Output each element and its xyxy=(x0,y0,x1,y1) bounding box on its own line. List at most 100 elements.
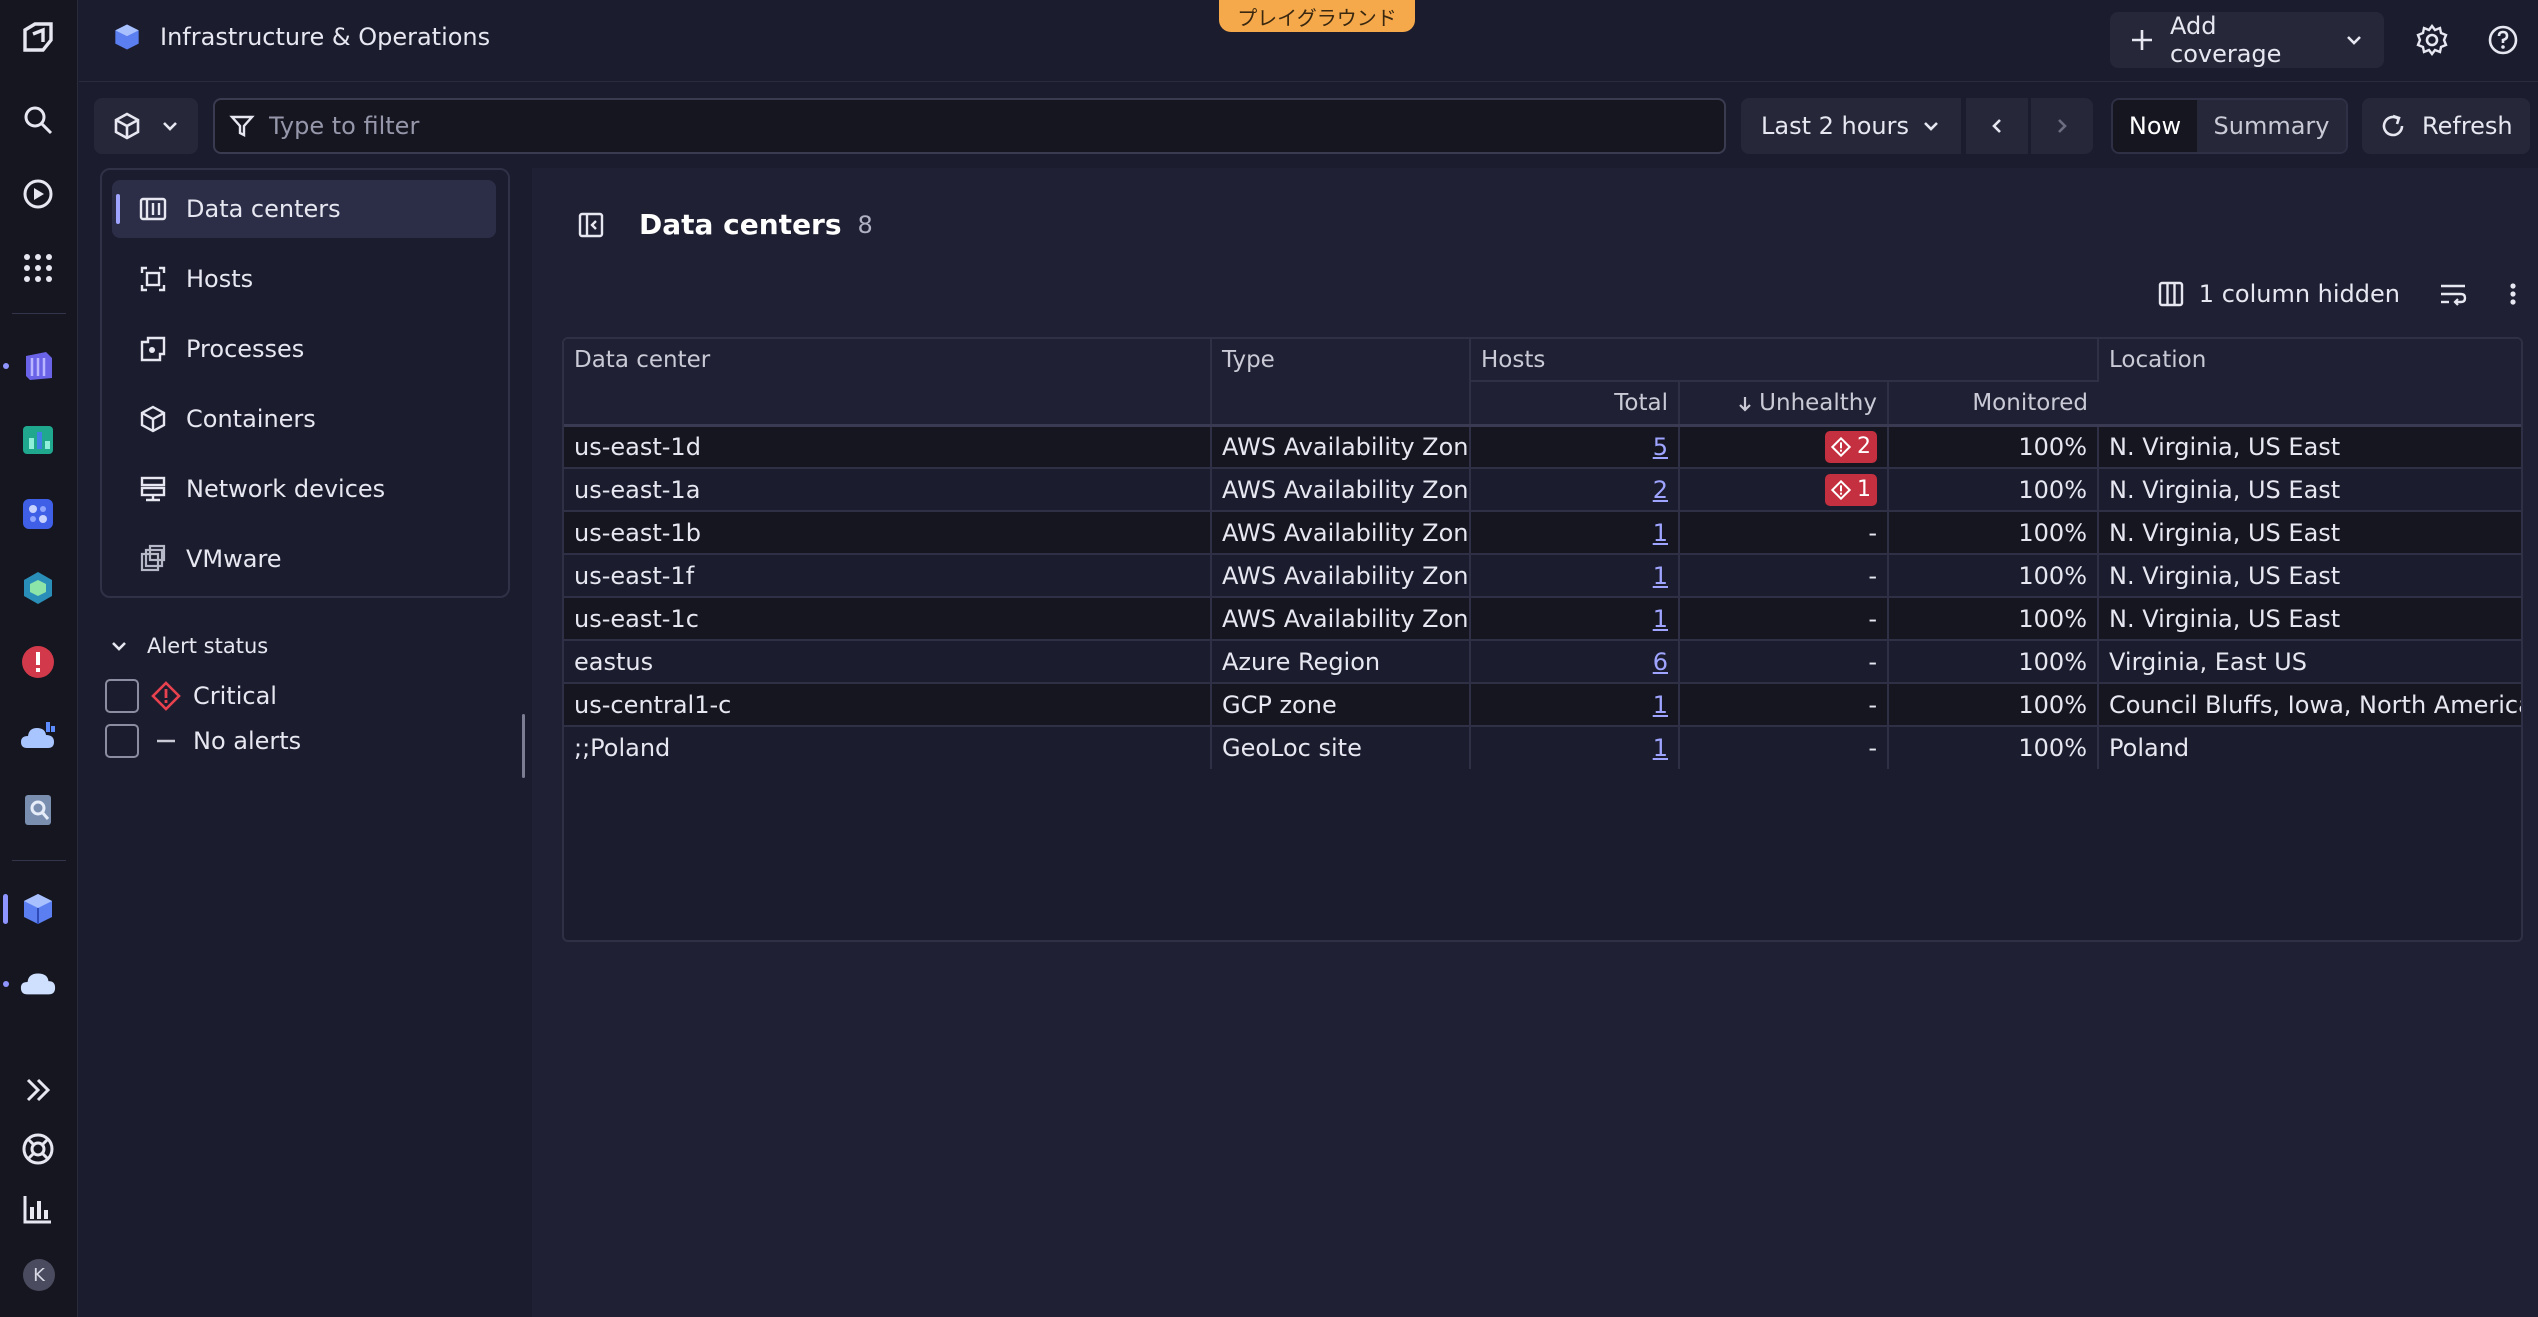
unhealthy-empty: - xyxy=(1868,690,1877,719)
process-icon xyxy=(138,334,168,364)
line-wrap-icon[interactable] xyxy=(2438,280,2468,308)
hosts-total-link[interactable]: 1 xyxy=(1653,605,1668,633)
rail-divider xyxy=(12,313,66,314)
help-lifebuoy-icon[interactable] xyxy=(19,1130,57,1168)
timeframe-selector[interactable]: Last 2 hours xyxy=(1741,98,1961,154)
data-centers-table: Data center Type Hosts Location Total Un… xyxy=(562,337,2523,942)
table-row[interactable]: us-east-1c AWS Availability Zone 1 -100% N. … xyxy=(564,597,2521,640)
timeframe-next-button[interactable] xyxy=(2031,98,2093,154)
dashboards-app-icon[interactable] xyxy=(19,421,57,459)
nav-item-data-centers[interactable]: Data centers xyxy=(112,180,496,238)
nav-item-containers[interactable]: Containers xyxy=(112,390,496,448)
cell-monitored: 100% xyxy=(1888,425,2100,468)
container-icon xyxy=(138,404,168,434)
critical-checkbox[interactable] xyxy=(105,679,139,713)
logs-app-icon[interactable] xyxy=(19,791,57,829)
cell-unhealthy: - xyxy=(1679,554,1889,597)
entity-type-selector[interactable] xyxy=(94,98,198,154)
column-header-unhealthy[interactable]: Unhealthy xyxy=(1679,380,1889,425)
cell-monitored: 100% xyxy=(1888,468,2100,511)
column-header-type[interactable]: Type xyxy=(1211,339,1471,425)
table-row[interactable]: ;;Poland GeoLoc site 1 -100% Poland xyxy=(564,726,2521,769)
column-header-location[interactable]: Location xyxy=(2098,339,2521,425)
cell-data-center[interactable]: us-east-1c xyxy=(564,597,1212,640)
cell-data-center[interactable]: us-east-1a xyxy=(564,468,1212,511)
cell-data-center[interactable]: us-central1-c xyxy=(564,683,1212,726)
workflows-app-icon[interactable] xyxy=(19,495,57,533)
search-icon[interactable] xyxy=(19,101,57,139)
hosts-total-link[interactable]: 5 xyxy=(1653,433,1668,461)
more-options-icon[interactable] xyxy=(2506,280,2520,308)
cell-data-center[interactable]: ;;Poland xyxy=(564,726,1212,769)
hosts-total-link[interactable]: 1 xyxy=(1653,691,1668,719)
refresh-label: Refresh xyxy=(2422,112,2513,140)
critical-label: Critical xyxy=(193,682,277,710)
host-icon xyxy=(138,264,168,294)
hosts-total-link[interactable]: 1 xyxy=(1653,734,1668,762)
help-question-icon[interactable] xyxy=(2484,21,2522,59)
cell-data-center[interactable]: us-east-1b xyxy=(564,511,1212,554)
nav-item-label: Processes xyxy=(186,335,305,363)
services-app-icon[interactable] xyxy=(19,569,57,607)
table-row[interactable]: eastus Azure Region 6 -100% Virginia, East U… xyxy=(564,640,2521,683)
column-visibility-button[interactable]: 1 column hidden xyxy=(2157,280,2400,308)
hosts-total-link[interactable]: 6 xyxy=(1653,648,1668,676)
cell-type: AWS Availability Zone xyxy=(1211,554,1471,597)
add-coverage-button[interactable]: Add coverage xyxy=(2110,12,2384,68)
table-row[interactable]: us-east-1d AWS Availability Zone 5 2 100% N. … xyxy=(564,425,2521,468)
unhealthy-count-badge[interactable]: 2 xyxy=(1825,430,1877,463)
cell-total: 1 xyxy=(1470,511,1680,554)
no-alerts-checkbox[interactable] xyxy=(105,724,139,758)
now-toggle[interactable]: Now xyxy=(2113,100,2197,152)
usage-chart-icon[interactable] xyxy=(19,1190,57,1228)
panel-resize-handle[interactable] xyxy=(522,714,525,778)
filter-field[interactable] xyxy=(213,98,1726,154)
expand-rail-icon[interactable] xyxy=(19,1071,57,1109)
cell-type: AWS Availability Zone xyxy=(1211,468,1471,511)
filter-input[interactable] xyxy=(269,112,1710,140)
cell-data-center[interactable]: us-east-1d xyxy=(564,425,1212,468)
rail-indicator-dot xyxy=(3,981,9,987)
cell-total: 2 xyxy=(1470,468,1680,511)
nav-item-label: Network devices xyxy=(186,475,386,503)
hosts-total-link[interactable]: 2 xyxy=(1653,476,1668,504)
kubernetes-app-icon[interactable] xyxy=(19,347,57,385)
alert-filter-no-alerts[interactable]: No alerts xyxy=(105,724,301,758)
cloud-app-icon[interactable] xyxy=(19,717,57,755)
cell-unhealthy: 1 xyxy=(1679,468,1889,511)
hosts-total-link[interactable]: 1 xyxy=(1653,519,1668,547)
alert-status-section-toggle[interactable]: Alert status xyxy=(109,634,268,658)
dynatrace-logo-icon[interactable] xyxy=(19,18,57,56)
user-avatar[interactable]: K xyxy=(23,1259,55,1291)
alert-filter-critical[interactable]: Critical xyxy=(105,679,277,713)
nav-item-processes[interactable]: Processes xyxy=(112,320,496,378)
unhealthy-count-badge[interactable]: 1 xyxy=(1825,473,1877,506)
refresh-button[interactable]: Refresh xyxy=(2362,98,2530,154)
view-mode-toggle: Now Summary xyxy=(2111,98,2348,154)
table-row[interactable]: us-east-1a AWS Availability Zone 2 1 100% N. … xyxy=(564,468,2521,511)
nav-item-network-devices[interactable]: Network devices xyxy=(112,460,496,518)
vmware-icon xyxy=(138,544,168,574)
table-row[interactable]: us-central1-c GCP zone 1 -100% Council Bluff… xyxy=(564,683,2521,726)
summary-toggle[interactable]: Summary xyxy=(2197,100,2346,152)
infrastructure-operations-app-icon[interactable] xyxy=(19,890,57,928)
table-row[interactable]: us-east-1f AWS Availability Zone 1 -100% N. … xyxy=(564,554,2521,597)
apps-grid-icon[interactable] xyxy=(19,249,57,287)
cloud-services-app-icon[interactable] xyxy=(19,964,57,1002)
cell-data-center[interactable]: us-east-1f xyxy=(564,554,1212,597)
nav-item-vmware[interactable]: VMware xyxy=(112,530,496,588)
launcher-icon[interactable] xyxy=(19,175,57,213)
chevron-left-icon xyxy=(1987,116,2007,136)
timeframe-previous-button[interactable] xyxy=(1966,98,2028,154)
settings-gear-icon[interactable] xyxy=(2413,21,2451,59)
column-header-monitored[interactable]: Monitored xyxy=(1888,380,2099,425)
table-row[interactable]: us-east-1b AWS Availability Zone 1 -100% N. … xyxy=(564,511,2521,554)
add-coverage-label: Add coverage xyxy=(2170,12,2282,68)
column-header-total[interactable]: Total xyxy=(1470,380,1680,425)
hosts-total-link[interactable]: 1 xyxy=(1653,562,1668,590)
problems-app-icon[interactable] xyxy=(19,643,57,681)
collapse-panel-icon[interactable] xyxy=(577,211,605,239)
nav-item-hosts[interactable]: Hosts xyxy=(112,250,496,308)
cell-data-center[interactable]: eastus xyxy=(564,640,1212,683)
column-header-data-center[interactable]: Data center xyxy=(564,339,1212,425)
